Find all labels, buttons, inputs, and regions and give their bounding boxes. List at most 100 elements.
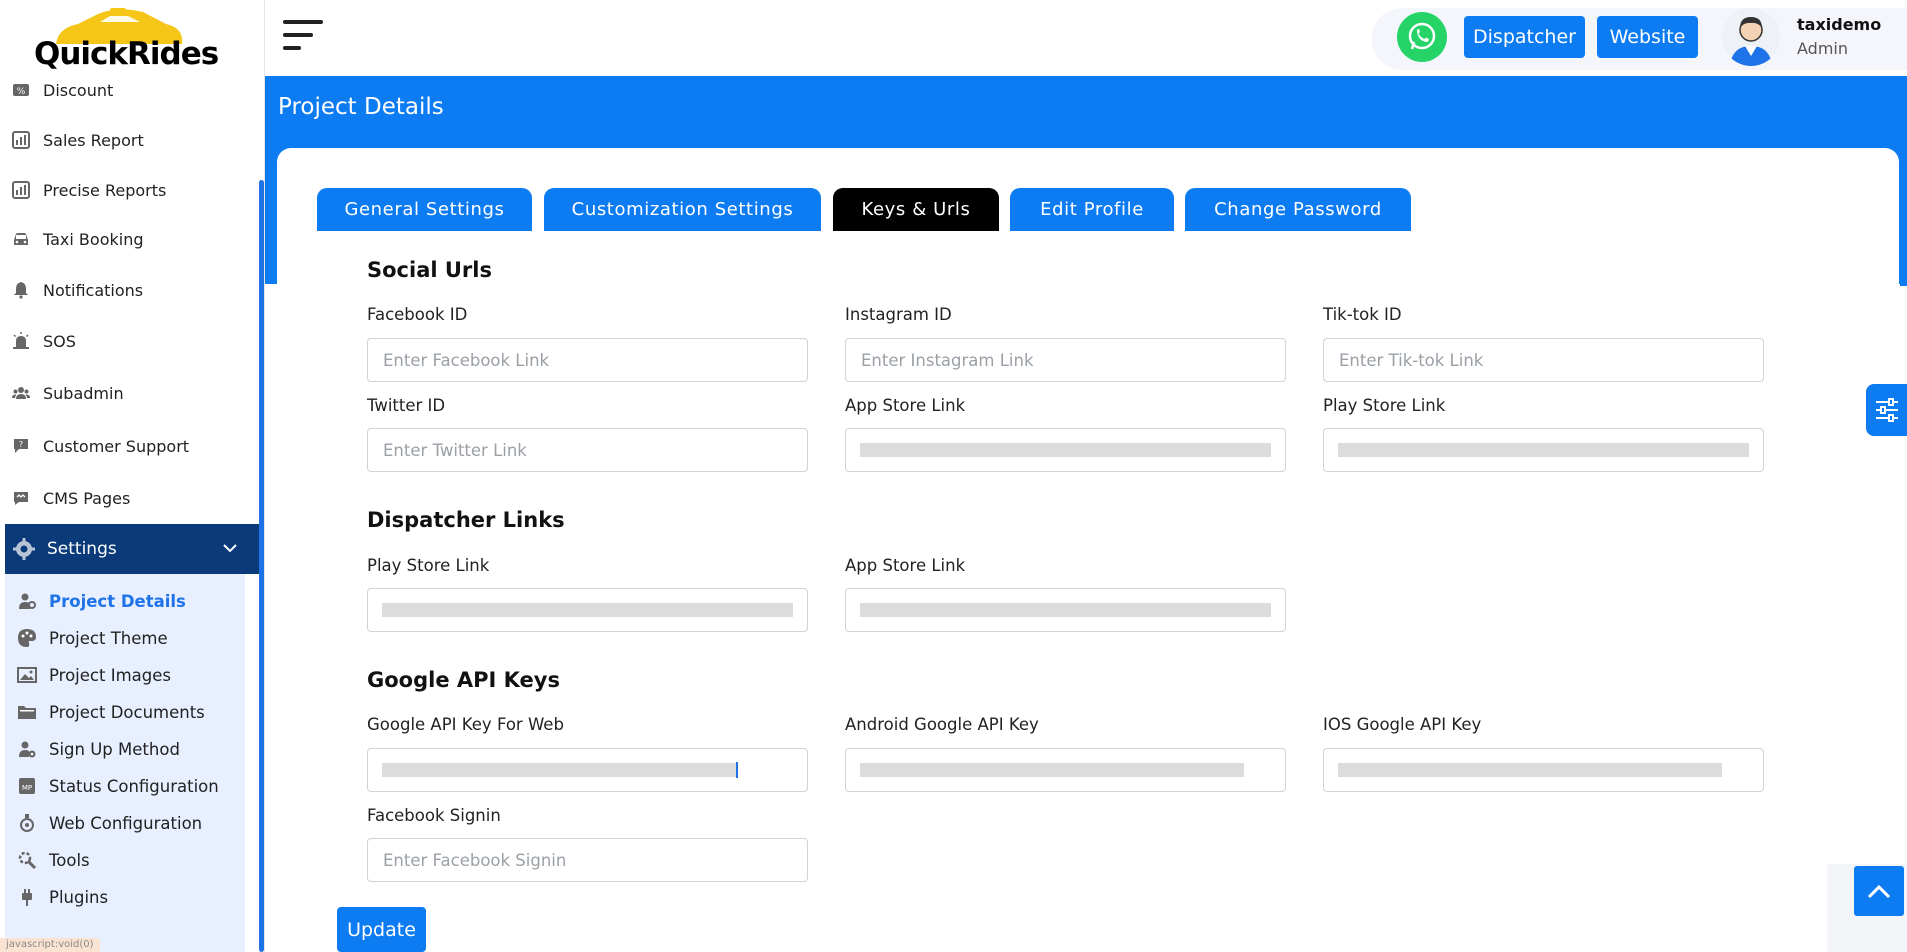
submenu-item-project-documents[interactable]: Project Documents — [15, 695, 205, 729]
sliders-icon — [1875, 398, 1898, 422]
section-title-dispatcher-links: Dispatcher Links — [367, 508, 565, 532]
chat-icon: ? — [10, 435, 32, 457]
section-title-social-urls: Social Urls — [367, 258, 492, 282]
dispatcher-play-store-input[interactable] — [367, 588, 808, 632]
submenu-item-project-images[interactable]: Project Images — [15, 658, 171, 692]
theme-settings-button[interactable] — [1866, 384, 1907, 436]
submenu-label: Status Configuration — [49, 776, 219, 796]
sidebar-item-label: SOS — [43, 331, 76, 351]
twitter-id-label: Twitter ID — [367, 396, 446, 415]
dispatcher-play-store-label: Play Store Link — [367, 556, 490, 575]
tiktok-id-label: Tik-tok ID — [1323, 305, 1402, 324]
gear-icon — [11, 536, 37, 562]
chevron-down-icon[interactable] — [223, 538, 237, 557]
hamburger-menu-icon[interactable] — [283, 20, 323, 52]
sidebar-item-sos[interactable]: SOS — [0, 318, 255, 364]
quickrides-logo[interactable]: QuickRides — [30, 6, 219, 72]
ios-google-api-key-label: IOS Google API Key — [1323, 715, 1482, 734]
page-title: Project Details — [278, 94, 444, 120]
svg-text:MP: MP — [22, 784, 32, 792]
sidebar-item-label: Settings — [47, 539, 117, 559]
facebook-signin-input[interactable] — [367, 838, 808, 882]
plug-icon — [15, 885, 39, 909]
google-api-key-web-input[interactable] — [367, 748, 808, 792]
avatar[interactable] — [1722, 8, 1780, 66]
sidebar-item-settings[interactable]: Settings — [5, 524, 259, 574]
web-config-icon — [15, 811, 39, 835]
alarm-icon — [10, 330, 32, 352]
submenu-item-project-theme[interactable]: Project Theme — [15, 621, 168, 655]
sidebar-item-notifications[interactable]: Notifications — [0, 267, 255, 313]
tab-keys-urls[interactable]: Keys & Urls — [833, 188, 999, 231]
instagram-id-label: Instagram ID — [845, 305, 952, 324]
sidebar-item-label: Subadmin — [43, 383, 124, 403]
ios-google-api-key-input[interactable] — [1323, 748, 1764, 792]
android-google-api-key-label: Android Google API Key — [845, 715, 1039, 734]
tab-customization-settings[interactable]: Customization Settings — [544, 188, 821, 231]
project-details-icon — [15, 589, 39, 613]
sidebar-item-discount[interactable]: % Discount — [0, 67, 255, 113]
tab-change-password[interactable]: Change Password — [1185, 188, 1411, 231]
pages-icon — [10, 487, 32, 509]
image-icon — [15, 663, 39, 687]
top-bar: Dispatcher Website taxidemo Admin — [265, 0, 1907, 76]
dispatcher-button[interactable]: Dispatcher — [1464, 16, 1585, 58]
play-store-link-input[interactable] — [1323, 428, 1764, 472]
sidebar-item-subadmin[interactable]: Subadmin — [0, 370, 255, 416]
sidebar-item-label: Customer Support — [43, 436, 190, 456]
app-store-link-input[interactable] — [845, 428, 1286, 472]
folder-icon — [15, 700, 39, 724]
facebook-id-input[interactable] — [367, 338, 808, 382]
sidebar-item-cms-pages[interactable]: CMS Pages — [0, 475, 255, 521]
whatsapp-button[interactable] — [1397, 12, 1447, 62]
sidebar-scrollbar[interactable] — [259, 180, 264, 952]
sidebar-item-precise-reports[interactable]: Precise Reports — [0, 167, 255, 213]
sidebar-item-taxi-booking[interactable]: Taxi Booking — [0, 216, 255, 262]
facebook-signin-label: Facebook Signin — [367, 806, 501, 825]
submenu-item-project-details[interactable]: Project Details — [15, 584, 186, 618]
submenu-label: Tools — [49, 850, 90, 870]
scroll-top-area — [1827, 864, 1907, 952]
instagram-id-input[interactable] — [845, 338, 1286, 382]
submenu-item-status-configuration[interactable]: MP Status Configuration — [15, 769, 219, 803]
settings-submenu: Project Details Project Theme Project Im… — [5, 574, 245, 952]
submenu-item-plugins[interactable]: Plugins — [15, 880, 108, 914]
bell-icon — [10, 279, 32, 301]
play-store-link-label: Play Store Link — [1323, 396, 1446, 415]
submenu-item-web-configuration[interactable]: Web Configuration — [15, 806, 202, 840]
submenu-item-tools[interactable]: Tools — [15, 843, 90, 877]
sidebar-item-label: CMS Pages — [43, 488, 131, 508]
page-scrollbar[interactable] — [1900, 76, 1907, 286]
submenu-label: Project Theme — [49, 628, 168, 648]
sidebar-item-label: Sales Report — [43, 130, 144, 150]
facebook-id-label: Facebook ID — [367, 305, 468, 324]
status-bar-url: javascript:void(0) — [0, 938, 100, 952]
sidebar-item-sales-report[interactable]: Sales Report — [0, 117, 255, 163]
dispatcher-app-store-label: App Store Link — [845, 556, 966, 575]
discount-icon: % — [10, 79, 32, 101]
svg-text:%: % — [17, 87, 26, 97]
sidebar-item-customer-support[interactable]: ? Customer Support — [0, 423, 255, 469]
submenu-label: Project Images — [49, 665, 171, 685]
submenu-label: Project Documents — [49, 702, 205, 722]
scroll-to-top-button[interactable] — [1854, 866, 1904, 916]
dispatcher-app-store-input[interactable] — [845, 588, 1286, 632]
website-button[interactable]: Website — [1597, 16, 1698, 58]
google-api-key-web-label: Google API Key For Web — [367, 715, 564, 734]
update-button[interactable]: Update — [337, 907, 426, 952]
submenu-item-sign-up-method[interactable]: Sign Up Method — [15, 732, 180, 766]
sidebar-item-label: Discount — [43, 80, 114, 100]
users-icon — [10, 382, 32, 404]
sidebar-item-label: Notifications — [43, 280, 144, 300]
section-title-google-api-keys: Google API Keys — [367, 668, 560, 692]
sidebar-item-label: Taxi Booking — [43, 229, 144, 249]
app-store-link-label: App Store Link — [845, 396, 966, 415]
twitter-id-input[interactable] — [367, 428, 808, 472]
tab-edit-profile[interactable]: Edit Profile — [1010, 188, 1174, 231]
tab-general-settings[interactable]: General Settings — [317, 188, 532, 231]
android-google-api-key-input[interactable] — [845, 748, 1286, 792]
config-icon: MP — [15, 774, 39, 798]
chevron-up-icon — [1867, 884, 1891, 899]
sidebar-item-label: Precise Reports — [43, 180, 167, 200]
tiktok-id-input[interactable] — [1323, 338, 1764, 382]
